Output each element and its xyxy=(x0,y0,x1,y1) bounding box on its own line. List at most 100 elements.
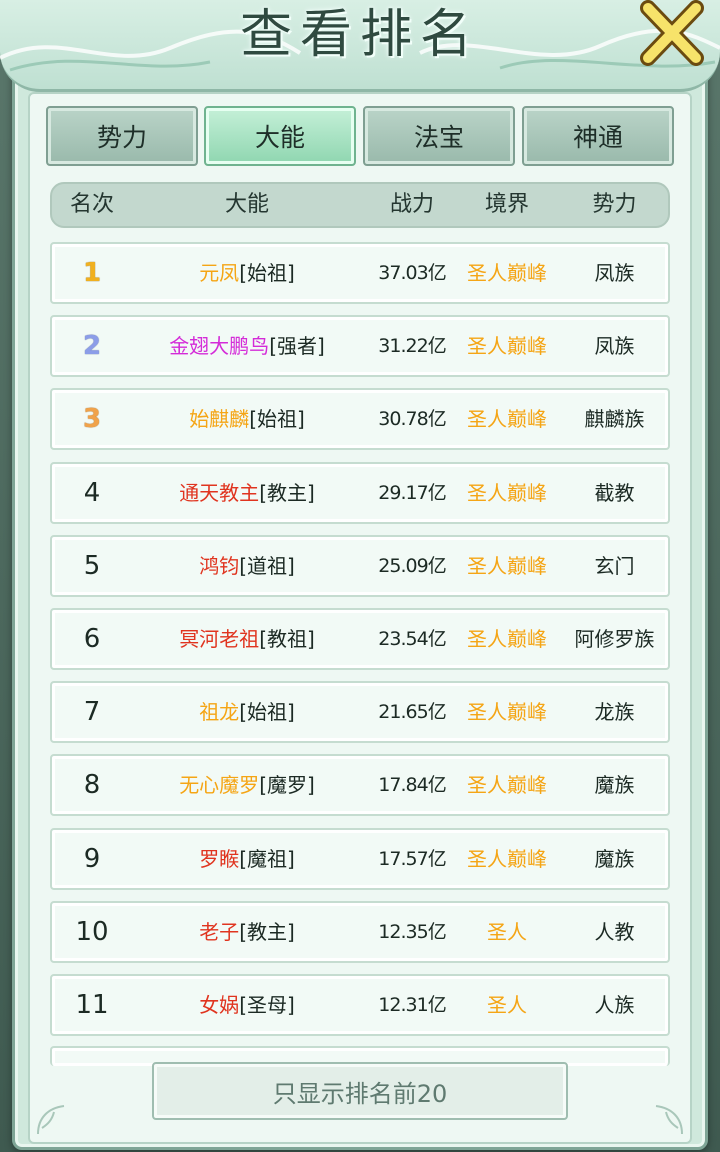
table-row[interactable]: 2 金翅大鹏鸟[强者] 31.22亿 圣人巅峰 凤族 xyxy=(50,315,670,377)
rank-number: 4 xyxy=(83,478,101,508)
great-power-name: 元凤 xyxy=(199,261,240,285)
great-power-name-cell: 始麒麟[始祖] xyxy=(132,390,362,448)
realm-value: 圣人巅峰 xyxy=(467,700,547,724)
rank-number: 10 xyxy=(75,917,109,947)
realm-value: 圣人 xyxy=(487,920,527,944)
great-power-title: [始祖] xyxy=(239,700,295,724)
tab-faction[interactable]: 势力 xyxy=(46,106,198,166)
faction-value: 玄门 xyxy=(594,554,635,578)
great-power-name-cell: 祖龙[始祖] xyxy=(132,683,362,741)
rank-number: 2 xyxy=(82,331,102,361)
great-power-name-cell: 金翅大鹏鸟[强者] xyxy=(132,317,362,375)
rank-number: 8 xyxy=(83,770,101,800)
power-value: 17.57亿 xyxy=(378,848,446,870)
power-value: 31.22亿 xyxy=(378,335,446,357)
faction-value: 阿修罗族 xyxy=(574,627,655,651)
great-power-name-cell: 罗睺[魔祖] xyxy=(132,830,362,888)
power-value: 30.78亿 xyxy=(378,408,446,430)
great-power-name: 罗睺 xyxy=(199,847,240,871)
tab-treasure[interactable]: 法宝 xyxy=(363,106,515,166)
show-top-20-button[interactable]: 只显示排名前20 xyxy=(152,1062,568,1120)
faction-value: 魔族 xyxy=(594,847,635,871)
rank-number: 3 xyxy=(82,404,102,434)
table-row[interactable]: 5 鸿钧[道祖] 25.09亿 圣人巅峰 玄门 xyxy=(50,535,670,597)
great-power-name: 老子 xyxy=(199,920,240,944)
tab-bar: 势力 大能 法宝 神通 xyxy=(46,106,674,168)
great-power-title: [教祖] xyxy=(259,627,315,651)
header-name: 大能 xyxy=(224,192,269,217)
great-power-name-cell: 老子[教主] xyxy=(132,903,362,961)
faction-value: 人族 xyxy=(594,993,635,1017)
rank-number: 11 xyxy=(75,990,109,1020)
tab-great-power[interactable]: 大能 xyxy=(204,106,356,166)
great-power-name: 通天教主 xyxy=(179,481,260,505)
great-power-name-cell: 无心魔罗[魔罗] xyxy=(132,756,362,814)
page-title: 查看排名 xyxy=(239,5,480,65)
great-power-title: [教主] xyxy=(259,481,315,505)
table-row[interactable]: 4 通天教主[教主] 29.17亿 圣人巅峰 截教 xyxy=(50,462,670,524)
realm-value: 圣人巅峰 xyxy=(467,627,547,651)
great-power-name: 始麒麟 xyxy=(189,407,250,431)
realm-value: 圣人巅峰 xyxy=(467,773,547,797)
table-header: 名次 大能 战力 境界 势力 xyxy=(50,182,670,228)
table-row[interactable]: 10 老子[教主] 12.35亿 圣人 人教 xyxy=(50,901,670,963)
power-value: 12.31亿 xyxy=(378,994,446,1016)
great-power-name: 金翅大鹏鸟 xyxy=(169,334,270,358)
realm-value: 圣人巅峰 xyxy=(467,407,547,431)
power-value: 23.54亿 xyxy=(378,628,446,650)
realm-value: 圣人巅峰 xyxy=(467,481,547,505)
great-power-title: [教主] xyxy=(239,920,295,944)
header-faction: 势力 xyxy=(592,192,637,217)
power-value: 17.84亿 xyxy=(378,774,446,796)
table-row[interactable]: 1 元凤[始祖] 37.03亿 圣人巅峰 凤族 xyxy=(50,242,670,304)
great-power-name-cell: 冥河老祖[教祖] xyxy=(132,610,362,668)
great-power-name: 鸿钧 xyxy=(199,554,240,578)
power-value: 21.65亿 xyxy=(378,701,446,723)
rank-number: 1 xyxy=(82,258,102,288)
great-power-name: 冥河老祖 xyxy=(179,627,260,651)
rank-number: 9 xyxy=(83,844,101,874)
faction-value: 麒麟族 xyxy=(584,407,645,431)
great-power-title: [圣母] xyxy=(239,993,295,1017)
table-row[interactable]: 6 冥河老祖[教祖] 23.54亿 圣人巅峰 阿修罗族 xyxy=(50,608,670,670)
faction-value: 凤族 xyxy=(594,261,635,285)
tab-label: 法宝 xyxy=(413,123,464,152)
rank-number: 7 xyxy=(83,697,101,727)
power-value: 25.09亿 xyxy=(378,555,446,577)
tab-label: 神通 xyxy=(572,123,623,152)
header-rank: 名次 xyxy=(69,192,114,217)
show-top-20-label: 只显示排名前20 xyxy=(272,1079,448,1108)
table-row[interactable]: 11 女娲[圣母] 12.31亿 圣人 人族 xyxy=(50,974,670,1036)
table-row[interactable]: 8 无心魔罗[魔罗] 17.84亿 圣人巅峰 魔族 xyxy=(50,754,670,816)
faction-value: 凤族 xyxy=(594,334,635,358)
great-power-name-cell: 女娲[圣母] xyxy=(132,976,362,1034)
great-power-name-cell: 鸿钧[道祖] xyxy=(132,537,362,595)
tab-label: 大能 xyxy=(254,123,305,152)
header-realm: 境界 xyxy=(484,192,529,217)
rank-number: 6 xyxy=(83,624,101,654)
power-value: 12.35亿 xyxy=(378,921,446,943)
realm-value: 圣人巅峰 xyxy=(467,261,547,285)
tab-label: 势力 xyxy=(96,123,147,152)
faction-value: 截教 xyxy=(594,481,635,505)
close-button[interactable] xyxy=(638,0,706,66)
great-power-title: [魔祖] xyxy=(239,847,295,871)
great-power-title: [始祖] xyxy=(249,407,305,431)
corner-ornament-icon xyxy=(37,1105,65,1135)
great-power-name: 女娲 xyxy=(199,993,240,1017)
title-banner: 查看排名 xyxy=(0,0,720,92)
tab-divine-skill[interactable]: 神通 xyxy=(522,106,674,166)
table-row[interactable]: 9 罗睺[魔祖] 17.57亿 圣人巅峰 魔族 xyxy=(50,828,670,890)
realm-value: 圣人 xyxy=(487,993,527,1017)
faction-value: 龙族 xyxy=(594,700,635,724)
table-row[interactable]: 3 始麒麟[始祖] 30.78亿 圣人巅峰 麒麟族 xyxy=(50,388,670,450)
table-row[interactable]: 7 祖龙[始祖] 21.65亿 圣人巅峰 龙族 xyxy=(50,681,670,743)
great-power-title: [道祖] xyxy=(239,554,295,578)
great-power-name-cell: 元凤[始祖] xyxy=(132,244,362,302)
realm-value: 圣人巅峰 xyxy=(467,847,547,871)
great-power-title: [强者] xyxy=(269,334,325,358)
great-power-name: 祖龙 xyxy=(199,700,240,724)
power-value: 37.03亿 xyxy=(378,262,446,284)
power-value: 29.17亿 xyxy=(378,482,446,504)
great-power-title: [始祖] xyxy=(239,261,295,285)
